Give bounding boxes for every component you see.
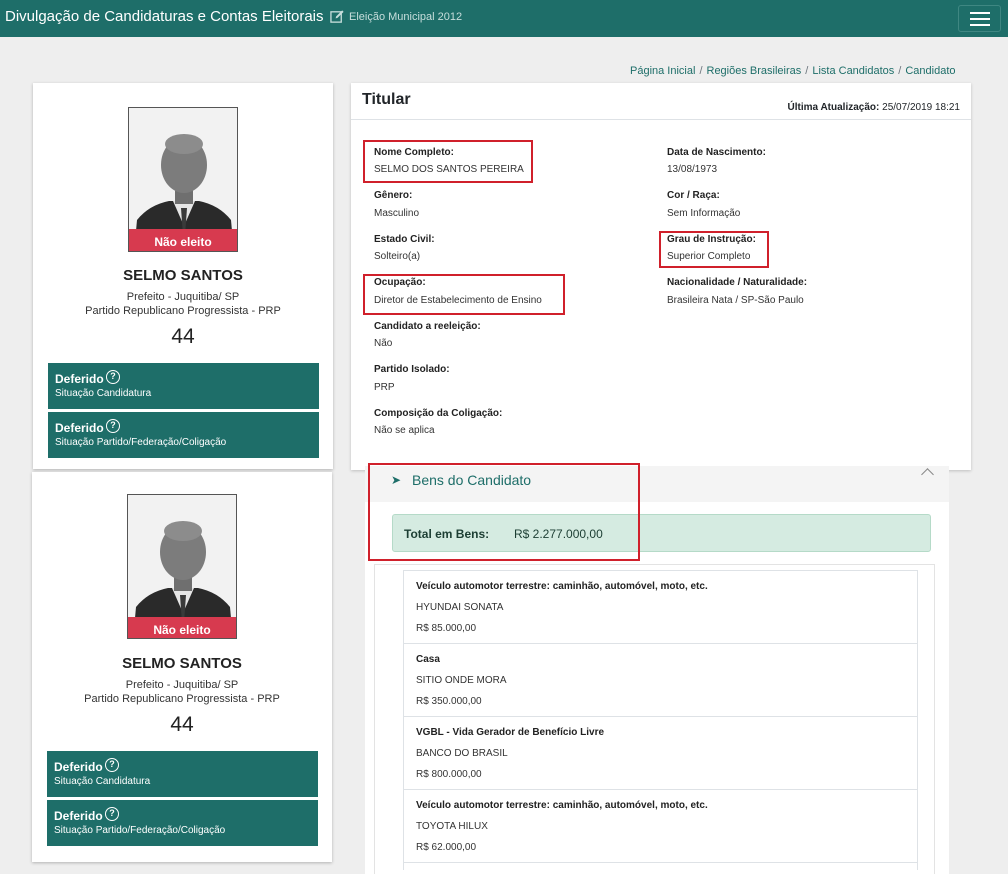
help-icon[interactable]: ?	[106, 370, 120, 384]
asset-type: Casa	[416, 654, 440, 665]
breadcrumb-regions[interactable]: Regiões Brasileiras	[707, 65, 802, 77]
divider	[351, 119, 971, 120]
highlight-assets	[368, 463, 640, 561]
field-value-isolated-party: PRP	[374, 382, 395, 393]
help-icon[interactable]: ?	[105, 807, 119, 821]
status-subtitle: Situação Candidatura	[55, 388, 152, 399]
field-label-isolated-party: Partido Isolado:	[374, 364, 450, 375]
candidate-party: Partido Republicano Progressista - PRP	[84, 693, 280, 705]
status-subtitle: Situação Partido/Federação/Coligação	[55, 437, 227, 448]
help-icon[interactable]: ?	[105, 758, 119, 772]
field-value-reelection: Não	[374, 338, 393, 349]
status-candidacy: Deferido ? Situação Candidatura	[47, 751, 318, 797]
status-subtitle: Situação Partido/Federação/Coligação	[54, 825, 226, 836]
candidate-details-card: Titular Última Atualização: 25/07/2019 1…	[351, 83, 971, 470]
asset-type: VGBL - Vida Gerador de Benefício Livre	[416, 727, 605, 738]
last-updated: Última Atualização: 25/07/2019 18:21	[787, 102, 960, 113]
candidate-photo: Não eleito	[128, 107, 238, 252]
candidate-name: SELMO SANTOS	[122, 655, 242, 672]
candidate-party: Partido Republicano Progressista - PRP	[85, 305, 281, 317]
breadcrumb: Página Inicial / Regiões Brasileiras / Lista…	[630, 65, 956, 77]
field-label-coalition: Composição da Coligação:	[374, 408, 503, 419]
assets-list: Veículo automotor terrestre: caminhão, a…	[403, 570, 918, 870]
help-icon[interactable]: ?	[106, 419, 120, 433]
candidate-number: 44	[171, 325, 195, 348]
asset-value: R$ 350.000,00	[416, 696, 482, 707]
asset-description: HYUNDAI SONATA	[416, 602, 504, 613]
list-item: Casa SITIO ONDE MORA R$ 350.000,00	[404, 644, 917, 717]
field-label-reelection: Candidato a reeleição:	[374, 321, 481, 332]
status-party: Deferido ? Situação Partido/Federação/Co…	[48, 412, 319, 458]
assets-card: ➤ Bens do Candidato Total em Bens: R$ 2.…	[365, 463, 949, 874]
field-label-birth-date: Data de Nascimento:	[667, 147, 766, 158]
candidate-photo: Não eleito	[127, 494, 237, 639]
breadcrumb-candidate-list[interactable]: Lista Candidatos	[812, 65, 894, 77]
election-result-badge: Não eleito	[128, 617, 236, 638]
chevron-up-icon[interactable]	[921, 468, 934, 481]
asset-value: R$ 62.000,00	[416, 842, 477, 853]
candidate-office: Prefeito - Juquitiba/ SP	[126, 291, 240, 303]
edit-icon	[330, 10, 344, 23]
hamburger-icon	[970, 12, 990, 14]
highlight-full-name	[363, 140, 533, 183]
candidate-profile-card: Não eleito SELMO SANTOS Prefeito - Juqui…	[33, 83, 333, 469]
asset-value: R$ 800.000,00	[416, 769, 482, 780]
asset-description: TOYOTA HILUX	[416, 821, 488, 832]
asset-type: Veículo automotor terrestre: caminhão, a…	[416, 800, 708, 811]
status-title: Deferido	[54, 760, 103, 774]
asset-value: R$ 85.000,00	[416, 623, 477, 634]
field-value-coalition: Não se aplica	[374, 425, 435, 436]
asset-description: BANCO DO BRASIL	[416, 748, 508, 759]
app-title[interactable]: Divulgação de Candidaturas e Contas Elei…	[5, 8, 324, 25]
election-label[interactable]: Eleição Municipal 2012	[349, 11, 462, 23]
details-title: Titular	[362, 91, 411, 108]
field-label-race: Cor / Raça:	[667, 190, 720, 201]
field-value-birth-date: 13/08/1973	[667, 164, 718, 175]
list-item: Veículo automotor terrestre: caminhão, a…	[404, 571, 917, 644]
candidate-number: 44	[170, 713, 194, 736]
election-result-badge: Não eleito	[129, 229, 237, 251]
field-label-gender: Gênero:	[374, 190, 413, 201]
status-title: Deferido	[54, 809, 103, 823]
status-candidacy: Deferido ? Situação Candidatura	[48, 363, 319, 409]
field-label-nationality: Nacionalidade / Naturalidade:	[667, 277, 808, 288]
highlight-education	[659, 231, 769, 268]
top-navbar: Divulgação de Candidaturas e Contas Elei…	[0, 0, 1008, 37]
breadcrumb-home[interactable]: Página Inicial	[630, 65, 695, 77]
list-item: VGBL - Vida Gerador de Benefício Livre B…	[404, 717, 917, 790]
breadcrumb-candidate: Candidato	[905, 65, 956, 77]
status-title: Deferido	[55, 421, 104, 435]
status-title: Deferido	[55, 372, 104, 386]
field-value-gender: Masculino	[374, 208, 420, 219]
asset-description: SITIO ONDE MORA	[416, 675, 507, 686]
asset-type: Veículo automotor terrestre: caminhão, a…	[416, 581, 708, 592]
highlight-occupation	[363, 274, 565, 315]
menu-toggle-button[interactable]	[958, 5, 1001, 32]
candidate-profile-card: Não eleito SELMO SANTOS Prefeito - Juqui…	[32, 472, 332, 862]
field-value-nationality: Brasileira Nata / SP-São Paulo	[667, 295, 804, 306]
field-value-marital-status: Solteiro(a)	[374, 251, 421, 262]
field-label-marital-status: Estado Civil:	[374, 234, 435, 245]
status-party: Deferido ? Situação Partido/Federação/Co…	[47, 800, 318, 846]
status-subtitle: Situação Candidatura	[54, 776, 151, 787]
candidate-name: SELMO SANTOS	[123, 267, 243, 284]
field-value-race: Sem Informação	[667, 208, 741, 219]
list-item: Veículo automotor terrestre: caminhão, a…	[404, 790, 917, 863]
candidate-office: Prefeito - Juquitiba/ SP	[125, 679, 239, 691]
